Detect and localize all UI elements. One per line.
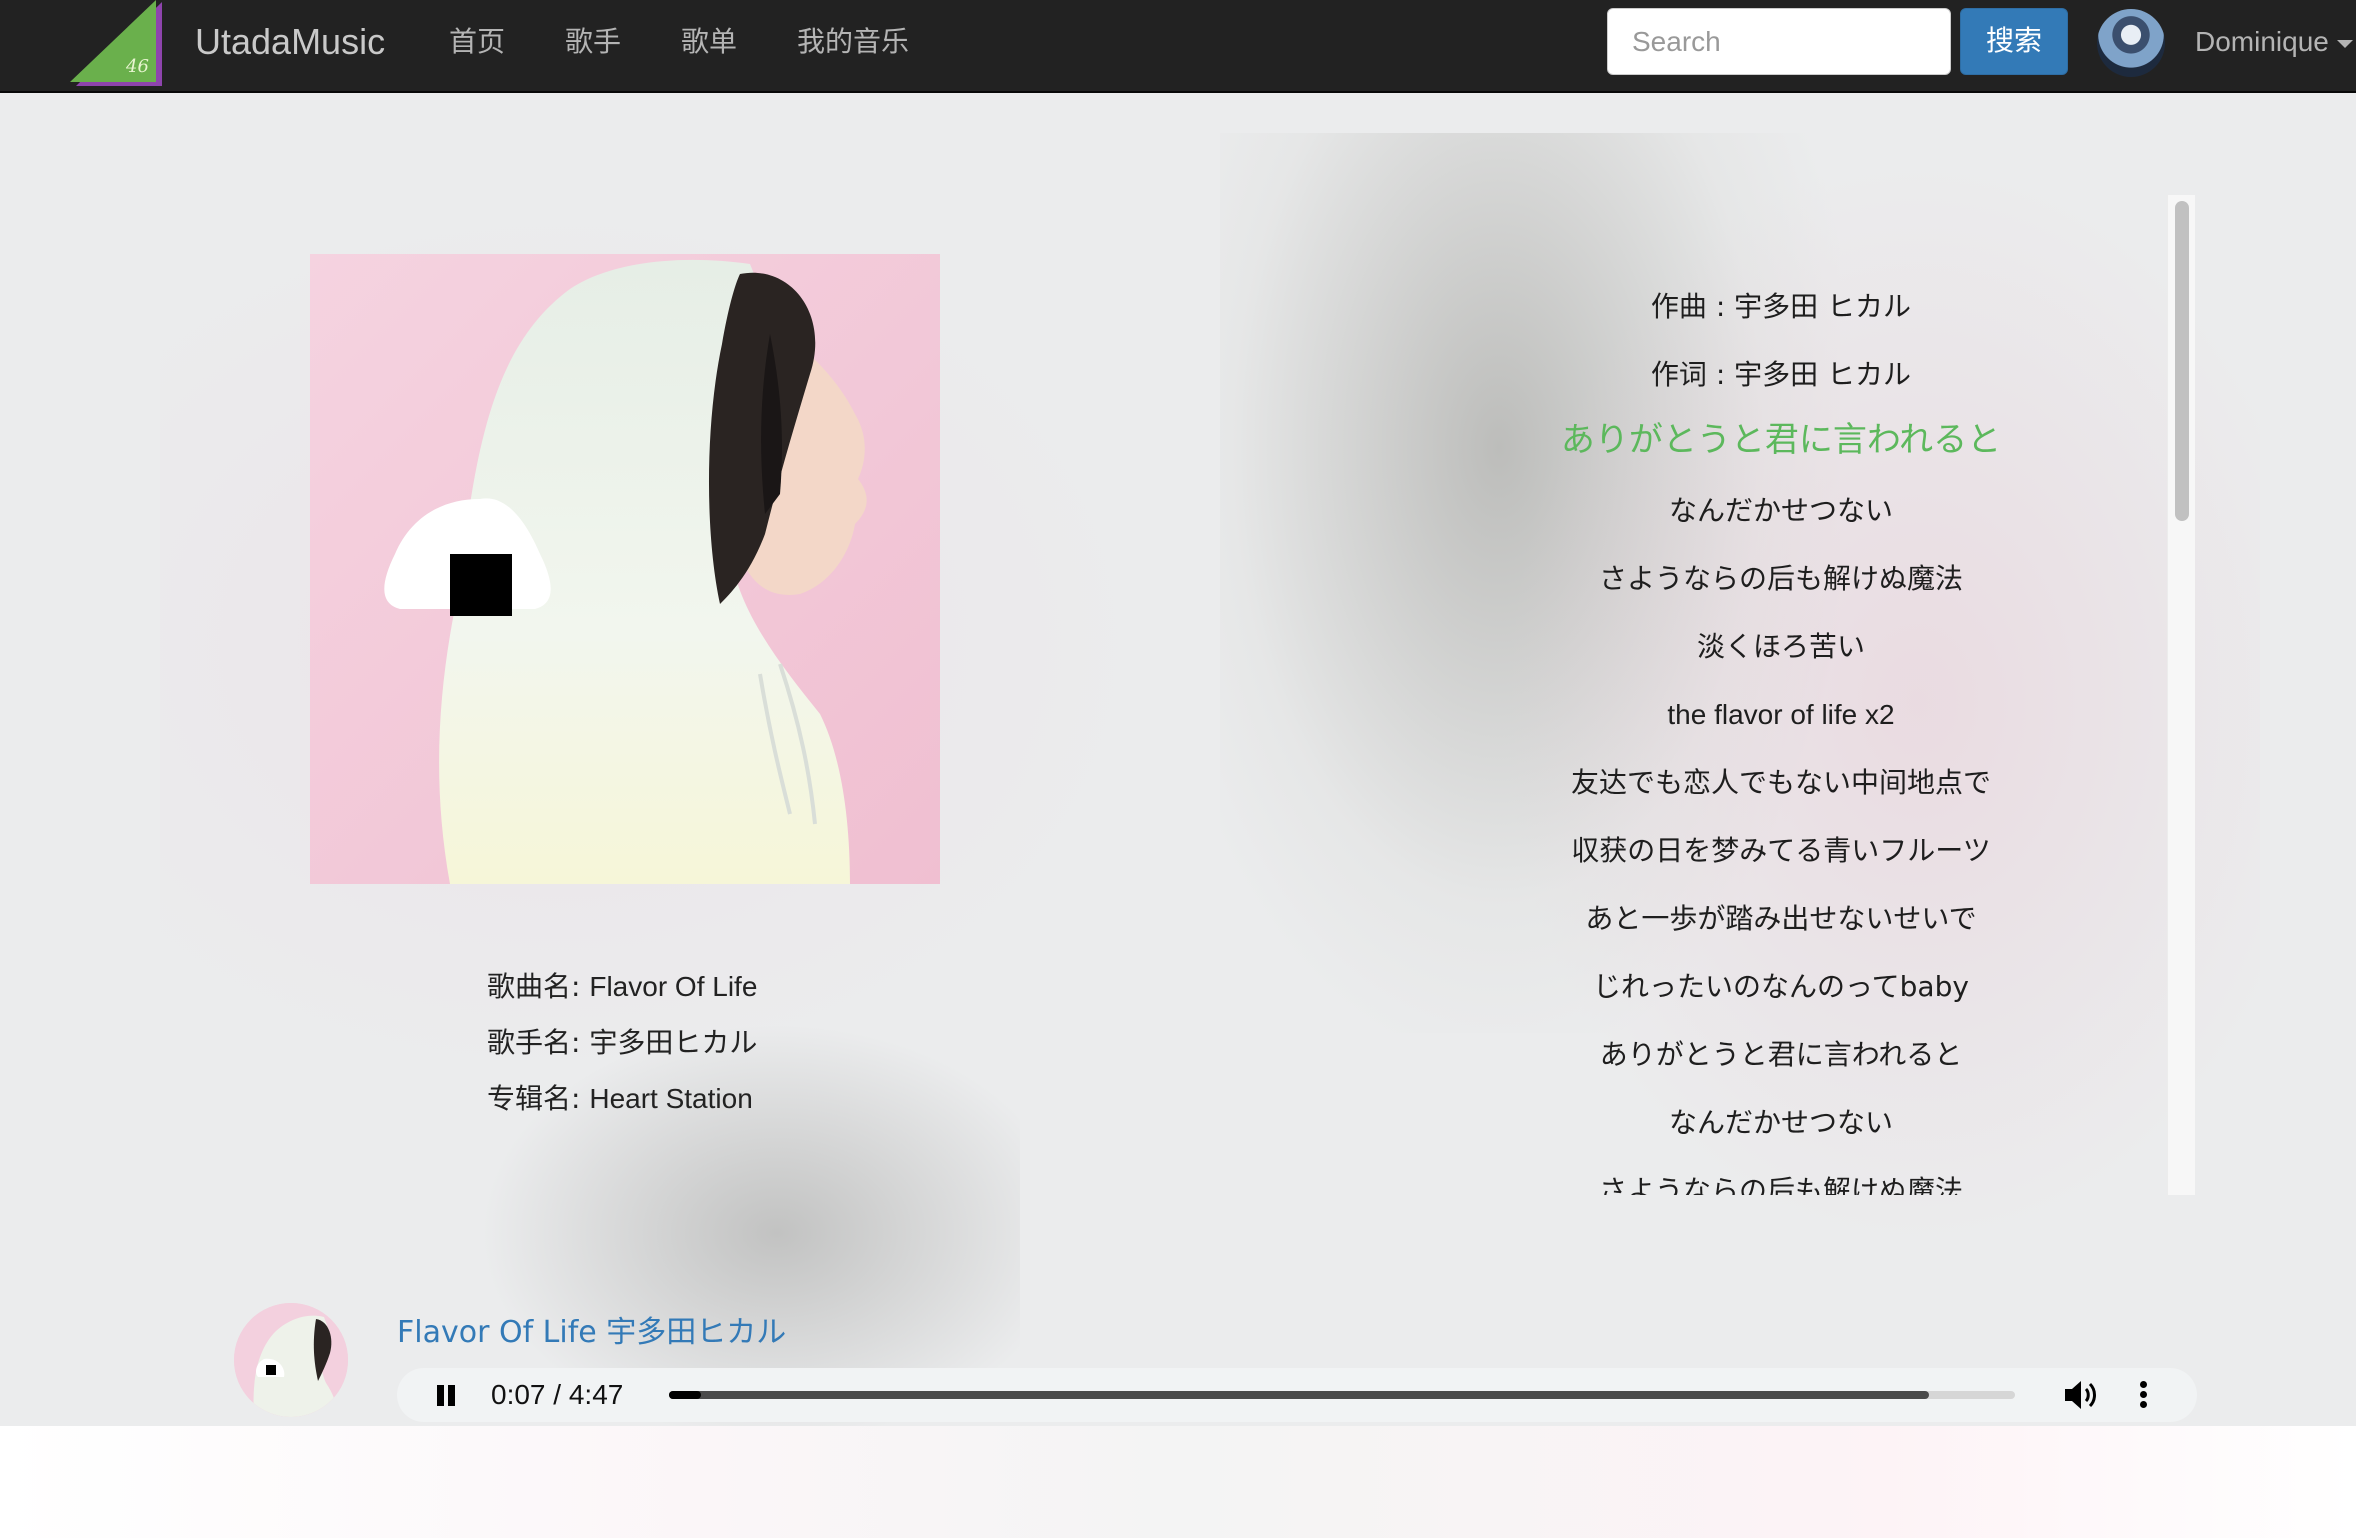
current-time: 0:07 xyxy=(491,1379,546,1410)
now-playing-text[interactable]: Flavor Of Life 宇多田ヒカル xyxy=(397,1312,786,1354)
nav-link-singers[interactable]: 歌手 xyxy=(565,16,621,68)
pause-icon[interactable] xyxy=(429,1380,459,1410)
volume-icon[interactable] xyxy=(2063,1378,2099,1412)
lyric-line: 作曲 : 宇多田 ヒカル xyxy=(1650,290,1912,323)
time-display: 0:07 / 4:47 xyxy=(491,1376,623,1414)
lyric-line: 淡くほろ苦い xyxy=(1696,630,1865,663)
navbar: 46 UtadaMusic 首页 歌手 歌单 我的音乐 搜索 Dominique xyxy=(0,0,2356,93)
now-playing-artist[interactable]: 宇多田ヒカル xyxy=(606,1315,786,1350)
search-button[interactable]: 搜索 xyxy=(1960,8,2068,75)
nav-link-playlists[interactable]: 歌单 xyxy=(681,16,737,68)
artist-value: 宇多田ヒカル xyxy=(589,1027,758,1058)
progress-buffered xyxy=(669,1391,1929,1399)
artist-row: 歌手名: 宇多田ヒカル xyxy=(487,1023,757,1063)
lyric-line: さようならの后も解けぬ魔法 xyxy=(1598,1174,1963,1195)
page-footer-area xyxy=(0,1426,2356,1538)
lyric-line: 作词 : 宇多田 ヒカル xyxy=(1650,358,1912,391)
logo-text: 46 xyxy=(125,56,149,77)
audio-player: 0:07 / 4:47 xyxy=(397,1368,2197,1422)
lyric-line-current: ありがとうと君に言われると xyxy=(1560,420,2002,460)
lyric-line: 友达でも恋人でもない中间地点で xyxy=(1570,766,1991,799)
lyrics-panel[interactable]: 作曲 : 宇多田 ヒカル 作词 : 宇多田 ヒカル ありがとうと君に言われると … xyxy=(1460,195,2196,1195)
now-playing-cover[interactable] xyxy=(234,1303,348,1417)
time-separator: / xyxy=(553,1379,562,1410)
progress-played xyxy=(669,1391,701,1399)
brand-name[interactable]: UtadaMusic xyxy=(195,16,385,68)
lyric-line: 収获の日を梦みてる青いフルーツ xyxy=(1571,834,1991,867)
search-input[interactable] xyxy=(1607,8,1951,75)
logo-icon[interactable]: 46 xyxy=(68,0,168,90)
artist-label: 歌手名: xyxy=(487,1026,581,1059)
lyric-line: ありがとうと君に言われると xyxy=(1599,1038,1963,1071)
nav-link-home[interactable]: 首页 xyxy=(449,16,505,68)
user-avatar[interactable] xyxy=(2097,9,2165,77)
album-cover-image xyxy=(310,254,940,884)
album-value: Heart Station xyxy=(589,1083,753,1114)
nav-link-my-music[interactable]: 我的音乐 xyxy=(797,16,909,68)
lyric-line: the flavor of life x2 xyxy=(1667,699,1895,730)
lyric-line: なんだかせつない xyxy=(1668,1106,1893,1139)
lyric-line: あと一歩が踏み出せないせいで xyxy=(1585,902,1977,935)
duration: 4:47 xyxy=(568,1379,624,1410)
progress-slider[interactable] xyxy=(669,1391,2015,1399)
lyric-line: なんだかせつない xyxy=(1668,494,1893,527)
lyric-line: さようならの后も解けぬ魔法 xyxy=(1598,562,1963,595)
song-title-value: Flavor Of Life xyxy=(589,971,758,1002)
lyrics-scrollbar[interactable] xyxy=(2167,195,2195,1195)
song-title-row: 歌曲名: Flavor Of Life xyxy=(487,967,757,1007)
album-label: 专辑名: xyxy=(487,1082,581,1115)
caret-down-icon[interactable] xyxy=(2337,40,2353,48)
lyric-line: じれったいのなんのってbaby xyxy=(1593,970,1969,1003)
lyrics-scroll-thumb[interactable] xyxy=(2175,201,2189,521)
song-title-label: 歌曲名: xyxy=(487,970,581,1003)
username-dropdown[interactable]: Dominique xyxy=(2195,16,2329,68)
album-row: 专辑名: Heart Station xyxy=(487,1079,753,1119)
more-vertical-icon[interactable] xyxy=(2137,1379,2149,1411)
now-playing-title[interactable]: Flavor Of Life xyxy=(397,1315,597,1350)
